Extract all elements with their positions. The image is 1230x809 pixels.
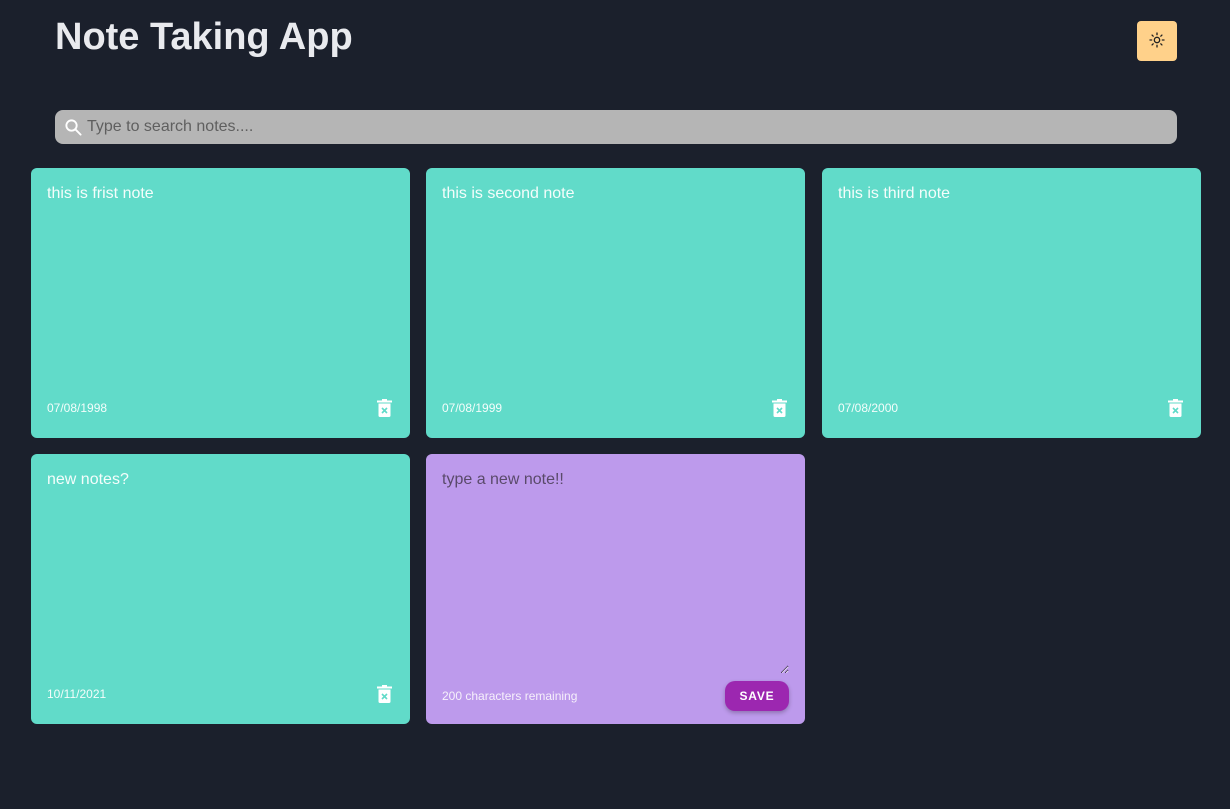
characters-remaining: 200 characters remaining: [442, 689, 578, 703]
note-footer: 07/08/2000: [838, 396, 1185, 420]
page-title: Note Taking App: [55, 16, 353, 58]
note-card: this is second note 07/08/1999: [426, 168, 805, 438]
note-card: this is third note 07/08/2000: [822, 168, 1201, 438]
note-date: 07/08/2000: [838, 401, 899, 415]
app-root: Note Taking App this is: [0, 0, 1230, 809]
trash-icon[interactable]: [1165, 397, 1185, 419]
trash-icon[interactable]: [374, 397, 394, 419]
note-text: this is third note: [838, 185, 951, 202]
note-text: this is second note: [442, 185, 575, 202]
new-note-footer: 200 characters remaining SAVE: [442, 681, 789, 711]
new-note-card: 200 characters remaining SAVE: [426, 454, 805, 724]
note-card: this is frist note 07/08/1998: [31, 168, 410, 438]
note-card: new notes? 10/11/2021: [31, 454, 410, 724]
note-footer: 07/08/1998: [47, 396, 394, 420]
note-text: this is frist note: [47, 185, 154, 202]
search-bar: [55, 110, 1177, 144]
sun-icon: [1149, 31, 1165, 51]
note-footer: 07/08/1999: [442, 396, 789, 420]
new-note-textarea[interactable]: [442, 470, 789, 674]
search-input[interactable]: [85, 111, 1177, 143]
save-button[interactable]: SAVE: [725, 681, 789, 711]
note-date: 10/11/2021: [47, 687, 107, 701]
note-footer: 10/11/2021: [47, 682, 394, 706]
search-icon: [63, 117, 83, 137]
note-text: new notes?: [47, 471, 129, 488]
note-date: 07/08/1999: [442, 401, 503, 415]
theme-toggle-button[interactable]: [1137, 21, 1177, 61]
trash-icon[interactable]: [769, 397, 789, 419]
note-date: 07/08/1998: [47, 401, 108, 415]
trash-icon[interactable]: [374, 683, 394, 705]
